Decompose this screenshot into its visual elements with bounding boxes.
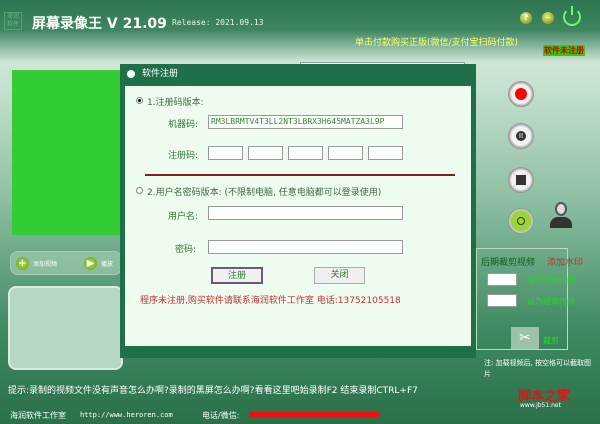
- register-dialog: 软件注册 1.注册码版本: 机器码: RM3LBRMTV4T3LL2NT3LBR…: [120, 64, 476, 358]
- redacted-phone: [250, 412, 380, 417]
- cut-button[interactable]: 裁剪: [543, 335, 559, 346]
- trim-note: 注: 加载视频后, 按空格可以截取图片: [484, 359, 592, 378]
- option1-radio[interactable]: [136, 97, 143, 104]
- trim-title: 后期裁剪视频: [481, 258, 536, 268]
- scissors-icon[interactable]: ✂: [511, 327, 539, 349]
- minimize-icon[interactable]: −: [542, 12, 554, 24]
- reg-code-input-2[interactable]: [248, 146, 283, 160]
- site-watermark-url: www.jb51.net: [520, 402, 561, 409]
- record-button[interactable]: [508, 81, 534, 107]
- app-title: 屏幕录像王 V 21.09: [32, 16, 167, 32]
- register-button[interactable]: 注册: [211, 267, 263, 284]
- hint-text[interactable]: 提示:录制的视频文件没有声音怎么办啊?录制的黑屏怎么办啊?看看这里吧始录制F2 …: [8, 383, 418, 396]
- trim-panel: 后期裁剪视频 添加水印 设为开始时间 设为结束时间 ✂ 裁剪: [476, 248, 583, 350]
- video-list[interactable]: [8, 286, 123, 370]
- help-icon[interactable]: ?: [520, 12, 532, 24]
- password-input[interactable]: [208, 240, 403, 254]
- start-time-input[interactable]: [487, 273, 517, 286]
- set-start-button[interactable]: 设为开始时间: [527, 275, 575, 286]
- divider: [145, 174, 455, 176]
- add-icon[interactable]: +: [16, 257, 29, 270]
- release-date: Release: 2021.09.13: [172, 18, 264, 27]
- reg-code-label: 注册码:: [168, 151, 199, 161]
- username-input[interactable]: [208, 206, 403, 220]
- play-button[interactable]: 播放: [101, 259, 113, 268]
- register-notice: 程序未注册,购买软件请联系海润软件工作室 电话:13752105518: [140, 296, 401, 306]
- power-icon[interactable]: [563, 6, 581, 26]
- pause-button[interactable]: II: [508, 123, 534, 149]
- option2-label: 2.用户名密码版本: (不限制电脑, 任意电脑都可以登录使用): [147, 188, 382, 198]
- reg-code-input-1[interactable]: [208, 146, 243, 160]
- footer-studio: 海润软件工作室: [10, 411, 66, 420]
- footer-phone-label: 电话/微信:: [202, 411, 240, 420]
- play-icon[interactable]: ▶: [84, 257, 97, 270]
- timer-button[interactable]: [508, 208, 534, 234]
- video-preview: [12, 70, 124, 235]
- stop-button[interactable]: [508, 167, 534, 193]
- buy-link[interactable]: 单击付款购买正版(微信/支付宝扫码付款): [355, 35, 518, 48]
- reg-code-input-4[interactable]: [328, 146, 363, 160]
- password-label: 密码:: [175, 245, 197, 255]
- reg-code-input-3[interactable]: [288, 146, 323, 160]
- close-button[interactable]: 关闭: [314, 267, 365, 284]
- watermark-link[interactable]: 添加水印: [547, 255, 583, 268]
- reg-code-input-5[interactable]: [368, 146, 403, 160]
- dialog-title: 软件注册: [142, 69, 179, 79]
- add-video-button[interactable]: 添加视频: [33, 259, 57, 268]
- machine-code-label: 机器码:: [168, 120, 199, 130]
- unregistered-badge: 软件未注册: [543, 45, 585, 56]
- machine-code-field[interactable]: RM3LBRMTV4T3LL2NT3LBRX3H645MATZA3L9P: [208, 115, 403, 129]
- option2-radio[interactable]: [136, 187, 143, 194]
- footer-url[interactable]: http://www.heroren.com: [80, 411, 173, 419]
- set-end-button[interactable]: 设为结束时间: [527, 296, 575, 307]
- option1-label: 1.注册码版本:: [147, 98, 204, 108]
- end-time-input[interactable]: [487, 294, 517, 307]
- support-avatar-icon[interactable]: [548, 200, 574, 230]
- username-label: 用户名:: [168, 212, 199, 222]
- left-toolbar: + 添加视频 ▶ 播放: [10, 251, 122, 275]
- app-logo: 海润软件: [4, 12, 22, 30]
